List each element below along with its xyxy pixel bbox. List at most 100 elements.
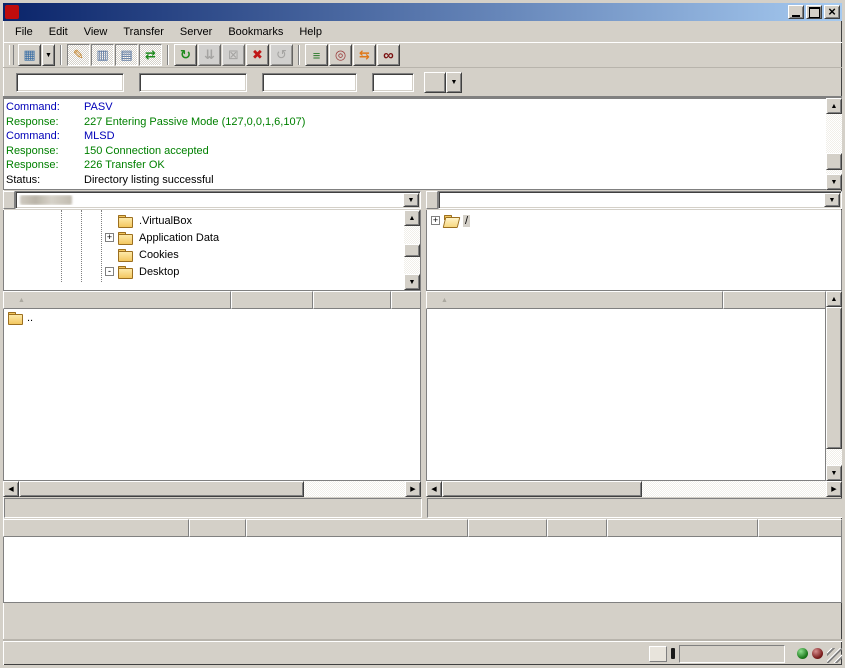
- queue-status: [679, 645, 785, 663]
- toolbar: ▦▼ ✎▥▤⇄ ↻⇊⊠✖↺ ≡◎⇆∞: [3, 42, 842, 68]
- folder-icon: [118, 231, 133, 245]
- port-input[interactable]: [372, 73, 414, 92]
- menu-item[interactable]: Bookmarks: [220, 24, 291, 40]
- refresh-button[interactable]: ↻: [174, 44, 197, 66]
- menu-item[interactable]: Server: [172, 24, 220, 40]
- remote-file-list: [426, 309, 826, 481]
- reconnect-button[interactable]: ↺: [270, 44, 293, 66]
- combo-dropdown-icon[interactable]: ▼: [403, 193, 419, 207]
- scroll-up-icon[interactable]: [826, 291, 842, 307]
- tree-item-virtualbox[interactable]: .VirtualBox: [4, 212, 404, 229]
- log-line: Command: PASV: [6, 100, 826, 115]
- scrollbar-thumb[interactable]: [826, 153, 842, 170]
- remote-directory-tree: /: [427, 210, 841, 290]
- column-header-priority[interactable]: [547, 519, 607, 537]
- find-files-button[interactable]: ∞: [377, 44, 400, 66]
- menu-item[interactable]: Transfer: [115, 24, 172, 40]
- scrollbar-thumb[interactable]: [19, 481, 304, 497]
- scroll-down-icon[interactable]: [826, 465, 842, 481]
- scroll-up-icon[interactable]: [826, 98, 842, 114]
- tree-item-root[interactable]: /: [427, 212, 841, 229]
- scroll-right-icon[interactable]: [826, 481, 842, 497]
- username-input[interactable]: [139, 73, 247, 92]
- log-line: Status: Directory listing successful: [6, 173, 826, 188]
- disconnect-button[interactable]: ✖: [246, 44, 269, 66]
- remote-list-hscrollbar[interactable]: [426, 481, 842, 497]
- process-queue-button[interactable]: ⇊: [198, 44, 221, 66]
- file-lists-row: ▲ .. ▲: [3, 291, 842, 481]
- column-header-filename[interactable]: ▲: [3, 291, 231, 309]
- encryption-indicator-icon[interactable]: [671, 648, 675, 659]
- local-directory-tree: .VirtualBox Application Data: [4, 210, 404, 290]
- scrollbar-thumb[interactable]: [442, 481, 642, 497]
- tree-expander-icon[interactable]: [431, 216, 440, 225]
- local-list-hscrollbar[interactable]: [3, 481, 421, 497]
- scroll-down-icon[interactable]: [404, 274, 420, 290]
- activity-led-red-icon: [812, 648, 823, 659]
- scroll-left-icon[interactable]: [3, 481, 19, 497]
- column-header-lastmodified[interactable]: [391, 291, 421, 309]
- menu-item[interactable]: View: [76, 24, 116, 40]
- datatype-indicator-icon[interactable]: [649, 646, 667, 662]
- quickconnect-dropdown[interactable]: ▼: [446, 72, 462, 93]
- tree-expander-icon[interactable]: [105, 267, 114, 276]
- close-button[interactable]: [824, 5, 840, 19]
- filezilla-window: FileEditViewTransferServerBookmarksHelp …: [0, 0, 845, 668]
- scroll-down-icon[interactable]: [826, 174, 842, 190]
- password-input[interactable]: [262, 73, 357, 92]
- toolbar-grip: [9, 45, 14, 65]
- tree-item-application-data[interactable]: Application Data: [4, 229, 404, 246]
- site-manager-dropdown[interactable]: ▼: [42, 44, 55, 66]
- scroll-up-icon[interactable]: [404, 210, 420, 226]
- column-header-remote-file[interactable]: [246, 519, 468, 537]
- remote-list-scrollbar[interactable]: [826, 291, 842, 481]
- menu-item[interactable]: Help: [291, 24, 330, 40]
- column-header-size[interactable]: [468, 519, 547, 537]
- tree-expander-icon[interactable]: [105, 233, 114, 242]
- directory-trees-row: ▼ .VirtualBox: [3, 190, 842, 291]
- scroll-left-icon[interactable]: [426, 481, 442, 497]
- filter-button[interactable]: ≡: [305, 44, 328, 66]
- column-header-status[interactable]: [607, 519, 758, 537]
- directory-comparison-button[interactable]: ◎: [329, 44, 352, 66]
- remote-site-combobox[interactable]: ▼: [438, 191, 842, 209]
- combo-dropdown-icon[interactable]: ▼: [824, 193, 840, 207]
- scrollbar-thumb[interactable]: [404, 244, 420, 257]
- column-header-filesize[interactable]: [231, 291, 313, 309]
- sort-ascending-icon: ▲: [18, 297, 25, 304]
- transfer-queue-list[interactable]: [3, 537, 842, 603]
- synchronized-browsing-button[interactable]: ⇆: [353, 44, 376, 66]
- scroll-right-icon[interactable]: [405, 481, 421, 497]
- local-site-combobox[interactable]: ▼: [15, 191, 421, 209]
- toggle-queue-button[interactable]: ⇄: [139, 44, 162, 66]
- remote-list-header: ▲: [426, 291, 826, 309]
- local-site-label: [3, 191, 15, 209]
- toggle-local-tree-button[interactable]: ▥: [91, 44, 114, 66]
- minimize-button[interactable]: [788, 5, 804, 19]
- quickconnect-button[interactable]: [424, 72, 446, 93]
- toolbar-sep: [60, 45, 62, 65]
- tree-item-desktop[interactable]: Desktop: [4, 263, 404, 280]
- remote-file-list-pane: ▲: [426, 291, 842, 481]
- column-header-filename[interactable]: ▲: [426, 291, 723, 309]
- scrollbar-thumb[interactable]: [826, 307, 842, 449]
- column-header-direction[interactable]: [189, 519, 246, 537]
- tree-item-cookies[interactable]: Cookies: [4, 246, 404, 263]
- column-header-filesize[interactable]: [723, 291, 826, 309]
- queue-header: [3, 519, 842, 537]
- menu-item[interactable]: Edit: [41, 24, 76, 40]
- ..[interactable]: ..: [4, 309, 420, 326]
- local-tree-scrollbar[interactable]: [404, 210, 420, 290]
- toggle-remote-tree-button[interactable]: ▤: [115, 44, 138, 66]
- toggle-message-log-button[interactable]: ✎: [67, 44, 90, 66]
- column-header-server-local-file[interactable]: [3, 519, 189, 537]
- column-header-filetype[interactable]: [313, 291, 391, 309]
- resize-grip[interactable]: [827, 648, 842, 663]
- maximize-button[interactable]: [806, 5, 822, 19]
- remote-selection-status: [427, 498, 843, 518]
- site-manager-button[interactable]: ▦: [18, 44, 41, 66]
- menu-item[interactable]: File: [7, 24, 41, 40]
- cancel-operation-button[interactable]: ⊠: [222, 44, 245, 66]
- log-scrollbar[interactable]: [826, 98, 842, 190]
- host-input[interactable]: [16, 73, 124, 92]
